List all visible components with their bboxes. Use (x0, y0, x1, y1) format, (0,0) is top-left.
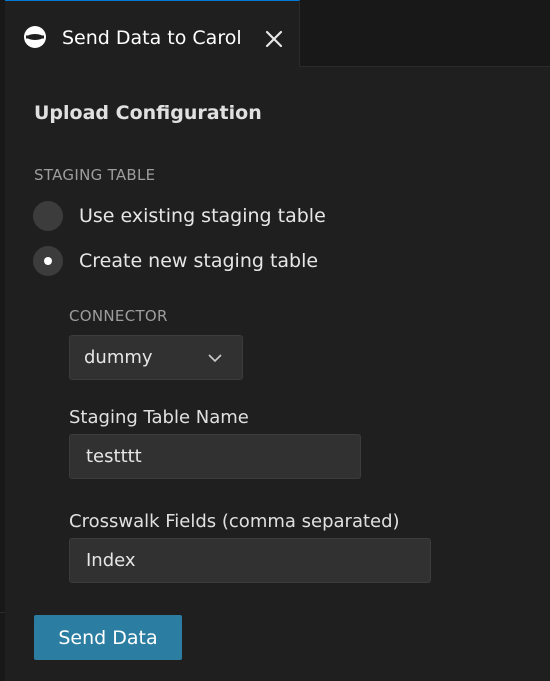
connector-select[interactable]: dummy (69, 335, 243, 380)
radio-label-use-existing: Use existing staging table (79, 205, 326, 227)
staging-table-name-label: Staging Table Name (69, 407, 249, 428)
staging-table-name-input[interactable]: testttt (69, 434, 361, 479)
radio-label-create-new: Create new staging table (79, 250, 319, 272)
radio-use-existing[interactable]: Use existing staging table (33, 201, 326, 231)
send-data-button[interactable]: Send Data (34, 615, 182, 660)
carol-logo-icon (24, 26, 46, 48)
connector-value: dummy (84, 347, 153, 368)
crosswalk-fields-label: Crosswalk Fields (comma separated) (69, 511, 400, 532)
tab-title: Send Data to Carol (62, 27, 242, 49)
tab-bar: Send Data to Carol (5, 0, 550, 67)
page-title: Upload Configuration (34, 102, 262, 124)
staging-table-name-value: testttt (86, 446, 142, 467)
radio-button-checked[interactable] (33, 246, 63, 276)
tab-send-data[interactable]: Send Data to Carol (5, 0, 300, 67)
crosswalk-fields-value: Index (86, 550, 136, 571)
connector-label: CONNECTOR (69, 307, 168, 325)
radio-button-unchecked[interactable] (33, 201, 63, 231)
upload-config-panel: Upload Configuration STAGING TABLE Use e… (5, 67, 550, 681)
staging-table-label: STAGING TABLE (34, 166, 156, 184)
radio-create-new[interactable]: Create new staging table (33, 246, 318, 276)
chevron-down-icon (208, 354, 222, 363)
close-icon[interactable] (263, 28, 285, 50)
crosswalk-fields-input[interactable]: Index (69, 538, 431, 583)
